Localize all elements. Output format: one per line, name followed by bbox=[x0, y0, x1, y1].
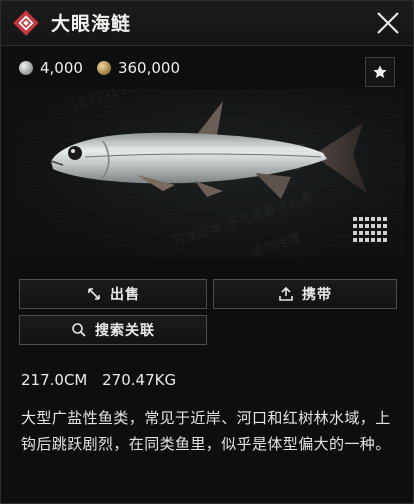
fish-stats: 217.0CM 270.47KG bbox=[21, 371, 186, 389]
carry-label: 携带 bbox=[302, 287, 332, 303]
close-icon[interactable] bbox=[373, 8, 403, 38]
item-title: 大眼海鲢 bbox=[51, 13, 132, 35]
price-row: 4,000 360,000 bbox=[19, 57, 180, 79]
sell-icon bbox=[88, 288, 100, 300]
fish-description: 大型广盐性鱼类，常见于近岸、河口和红树林水域，上钩后跳跃剧烈，在同类鱼里，似乎是… bbox=[21, 409, 391, 453]
silver-coin-icon bbox=[19, 61, 33, 75]
item-detail-panel: 大眼海鲢 4,000 360,000 开发版本 不代表最终品质 请勿传播 582… bbox=[0, 0, 414, 504]
red-diamond-icon bbox=[13, 10, 39, 36]
upload-icon bbox=[279, 286, 293, 301]
sell-button[interactable]: 出售 bbox=[19, 279, 207, 309]
fish-display: 开发版本 不代表最终品质 请勿传播 5823915844 bbox=[9, 89, 405, 259]
silver-price: 4,000 bbox=[40, 59, 83, 77]
fish-image bbox=[50, 101, 367, 199]
favorite-button[interactable] bbox=[365, 57, 395, 87]
carry-button[interactable]: 携带 bbox=[213, 279, 397, 309]
sell-label: 出售 bbox=[110, 287, 140, 303]
star-icon bbox=[373, 65, 387, 78]
gold-coin-icon bbox=[96, 61, 111, 75]
gold-price: 360,000 bbox=[117, 59, 180, 77]
search-label: 搜索关联 bbox=[95, 323, 155, 339]
size-grid-icon bbox=[353, 217, 389, 243]
search-related-button[interactable]: 搜索关联 bbox=[19, 315, 207, 345]
search-icon bbox=[72, 323, 86, 337]
fish-length: 217.0CM bbox=[21, 371, 88, 389]
fish-weight: 270.47KG bbox=[102, 371, 177, 389]
header: 大眼海鲢 bbox=[1, 1, 413, 46]
